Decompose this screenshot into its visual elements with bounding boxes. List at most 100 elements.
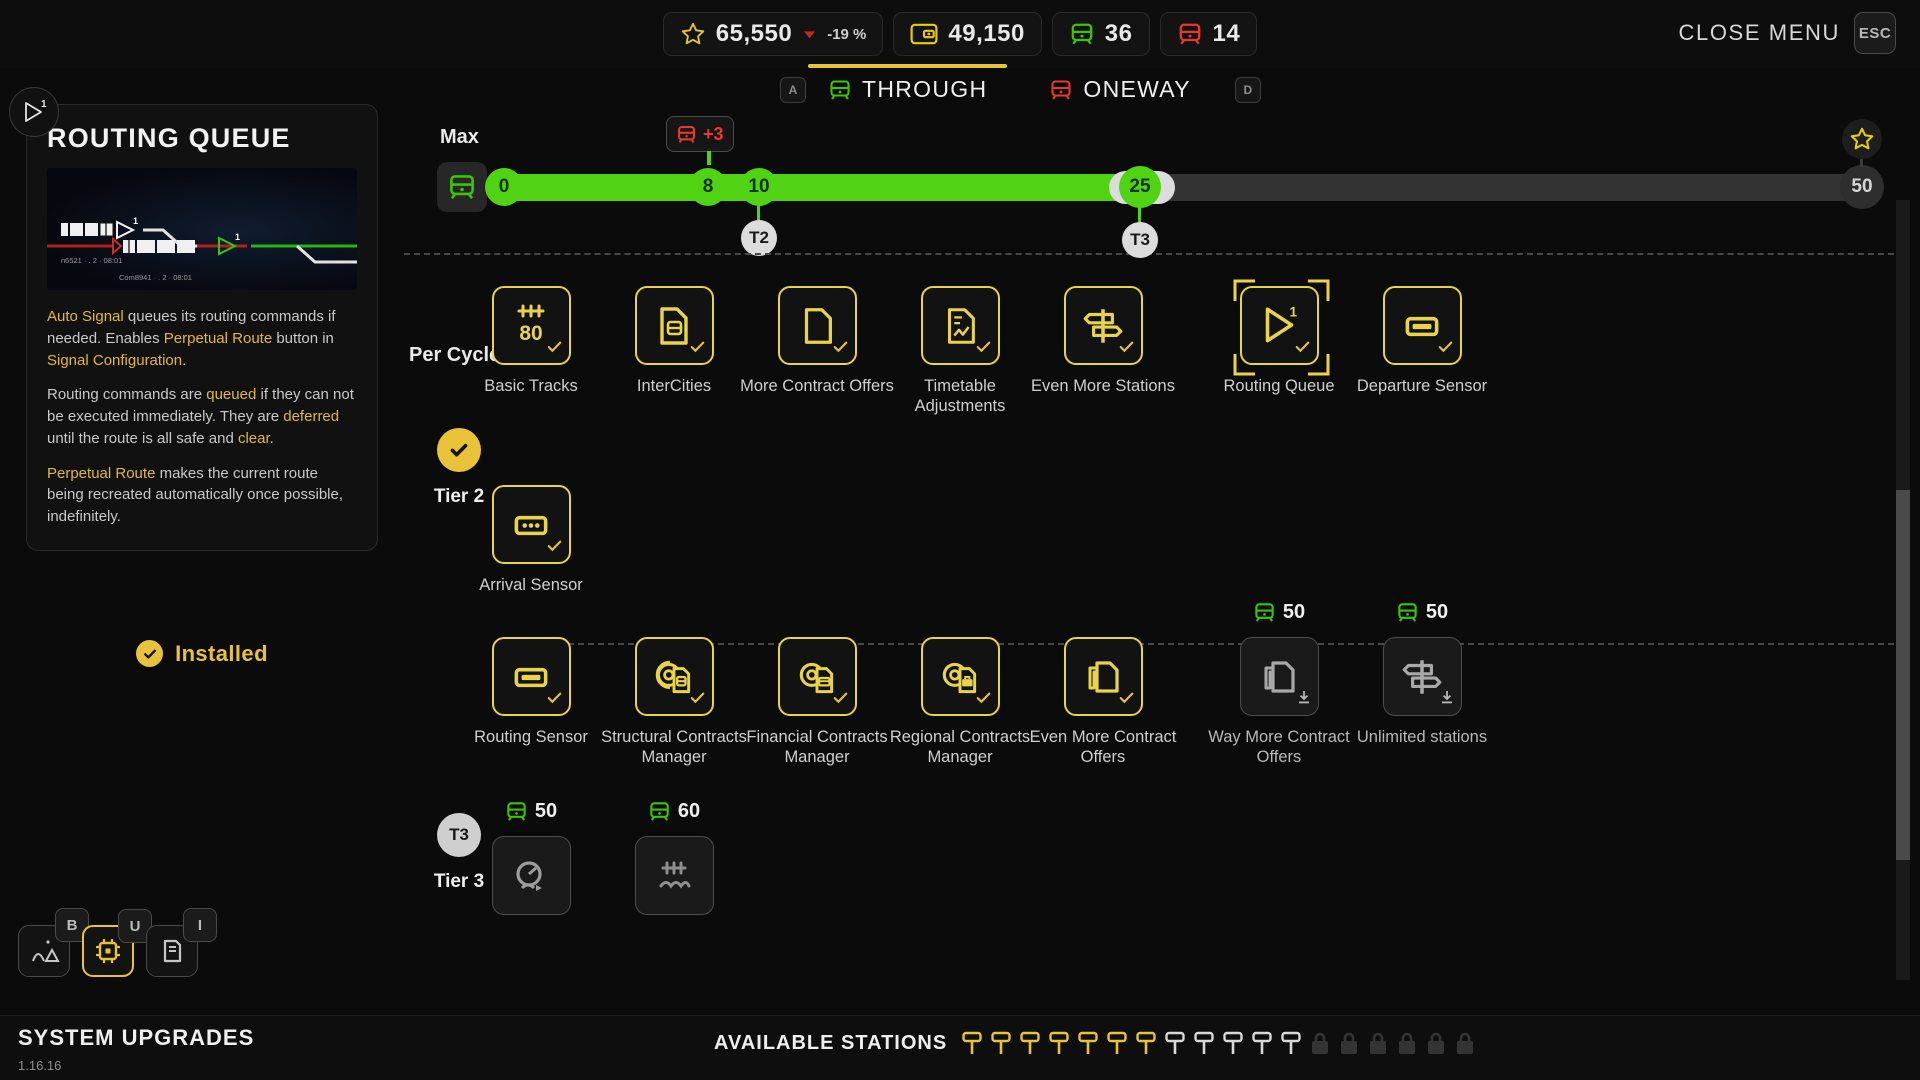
installed-label: Installed [175, 641, 268, 667]
card-label: InterCities [592, 376, 756, 396]
resource-reputation[interactable]: 65,550 -19 % [663, 12, 884, 56]
card-tile[interactable] [1383, 286, 1462, 365]
card-cost-value: 50 [535, 800, 557, 823]
slider-node-0[interactable]: 0 [485, 168, 523, 206]
upgrade-card-even-more-contract-offers[interactable]: Even More Contract Offers [1021, 637, 1185, 767]
upgrade-card-more-contract-offers[interactable]: More Contract Offers [735, 286, 899, 396]
train-icon-green [447, 172, 477, 202]
tab-oneway[interactable]: ONEWAY [1043, 76, 1196, 103]
esc-keycap[interactable]: ESC [1854, 12, 1896, 54]
scrollbar-thumb[interactable] [1896, 490, 1910, 860]
check-icon [832, 338, 849, 360]
tab-info-key[interactable]: I [183, 908, 217, 942]
resource-money[interactable]: 49,150 [893, 12, 1041, 56]
upgrade-card-even-more-stations[interactable]: Even More Stations [1021, 286, 1185, 396]
slider-node-50[interactable]: 50 [1840, 165, 1884, 209]
available-stations-label: AVAILABLE STATIONS [714, 1032, 947, 1055]
scrollbar-track[interactable] [1896, 200, 1910, 980]
max-per-cycle-slider[interactable]: Max Per Cycle 0 8 [404, 126, 1884, 246]
key-a[interactable]: A [780, 77, 806, 103]
upgrade-card-tier3-speed[interactable]: 50 [449, 836, 613, 926]
card-tile[interactable] [492, 836, 571, 915]
card-tile[interactable] [492, 637, 571, 716]
station-icon [1075, 1028, 1101, 1058]
upgrade-card-structural-contracts-manager[interactable]: Structural Contracts Manager [592, 637, 756, 767]
card-tile[interactable] [778, 637, 857, 716]
slider-label-top: Max [440, 126, 479, 149]
upgrade-card-routing-sensor[interactable]: Routing Sensor [449, 637, 613, 747]
slider-node-8[interactable]: 8 +3 [689, 168, 727, 206]
desc-term: Signal Configuration [47, 352, 182, 369]
train-icon-red [1177, 21, 1203, 47]
train-icon-red [676, 124, 697, 145]
card-tile[interactable] [1383, 637, 1462, 716]
tab-info[interactable]: I [146, 925, 198, 977]
check-icon [1294, 338, 1311, 360]
tab-upgrades[interactable]: U [82, 925, 134, 977]
station-icon [1017, 1028, 1043, 1058]
card-tile[interactable] [1064, 637, 1143, 716]
slider-node-25[interactable]: 25 T3 [1119, 166, 1161, 208]
desc-term: Perpetual Route [164, 330, 272, 347]
card-tile[interactable] [921, 286, 1000, 365]
construction-icon [28, 935, 60, 967]
tier-2-badge [437, 428, 481, 472]
star-icon [1849, 126, 1875, 152]
card-label: Financial Contracts Manager [735, 727, 899, 767]
card-tile[interactable] [921, 637, 1000, 716]
tab-through[interactable]: THROUGH [822, 76, 993, 103]
close-menu-button[interactable]: CLOSE MENU ESC [1679, 12, 1896, 54]
upgrade-card-way-more-contract-offers[interactable]: 50 Way More Contract Offers [1197, 637, 1361, 767]
resource-trains-available[interactable]: 36 [1052, 12, 1150, 56]
card-tile[interactable] [635, 286, 714, 365]
tab-buildings[interactable]: B [18, 925, 70, 977]
upgrade-card-arrival-sensor[interactable]: Arrival Sensor [449, 485, 613, 595]
desc-term: Auto Signal [47, 308, 124, 325]
resource-trains-blocked[interactable]: 14 [1160, 12, 1258, 56]
upgrade-card-tier3-track[interactable]: 60 [592, 836, 756, 926]
desc-paragraph-1: Auto Signal queues its routing commands … [47, 306, 357, 371]
card-tile[interactable]: 1 [1240, 286, 1319, 365]
check-icon [689, 338, 706, 360]
upgrade-card-basic-tracks[interactable]: 80 Basic Tracks [449, 286, 613, 396]
card-tile[interactable] [635, 637, 714, 716]
check-icon [1118, 338, 1135, 360]
upgrade-card-regional-contracts-manager[interactable]: Regional Contracts Manager [878, 637, 1042, 767]
lock-icon [1452, 1028, 1478, 1058]
desc-paragraph-2: Routing commands are queued if they can … [47, 384, 357, 449]
slider-tier-pin-t3[interactable]: T3 [1122, 222, 1158, 258]
slider-track[interactable]: 0 8 +3 10 [504, 174, 1862, 201]
check-icon [546, 689, 563, 711]
train-icon-green [828, 78, 852, 102]
upgrade-card-timetable-adjustments[interactable]: Timetable Adjustments [878, 286, 1042, 416]
check-circle-icon [136, 640, 163, 667]
card-tile[interactable] [492, 485, 571, 564]
mode-tabs: A THROUGH ONEWAY D [780, 76, 1261, 103]
upgrade-card-departure-sensor[interactable]: Departure Sensor [1340, 286, 1504, 396]
slider-tier-pin-t2[interactable]: T2 [741, 220, 777, 256]
card-cost: 50 [1340, 601, 1504, 624]
upgrade-card-financial-contracts-manager[interactable]: Financial Contracts Manager [735, 637, 899, 767]
card-label: Even More Stations [1021, 376, 1185, 396]
card-tile[interactable] [1240, 637, 1319, 716]
card-label: Even More Contract Offers [1021, 727, 1185, 767]
documents-copy-icon [1257, 655, 1301, 699]
station-slot-row [959, 1028, 1478, 1058]
card-tile[interactable] [1064, 286, 1143, 365]
card-tile[interactable]: 80 [492, 286, 571, 365]
svg-text:1: 1 [133, 216, 138, 226]
upgrade-card-intercities[interactable]: InterCities [592, 286, 756, 396]
card-label: Unlimited stations [1340, 727, 1504, 747]
key-d[interactable]: D [1235, 77, 1261, 103]
card-tile[interactable] [635, 836, 714, 915]
trains-available-value: 36 [1105, 20, 1133, 48]
upgrade-card-routing-queue[interactable]: 1 Routing Queue [1197, 286, 1361, 396]
train-icon-green [1253, 601, 1276, 624]
card-tile[interactable] [778, 286, 857, 365]
check-icon [975, 689, 992, 711]
upgrade-card-unlimited-stations[interactable]: 50 Unlimited stations [1340, 637, 1504, 747]
slider-node-10[interactable]: 10 T2 [740, 168, 778, 206]
card-label: Routing Sensor [449, 727, 613, 747]
slider-train-icon-box [437, 162, 487, 212]
version-label: 1.16.16 [18, 1058, 61, 1073]
